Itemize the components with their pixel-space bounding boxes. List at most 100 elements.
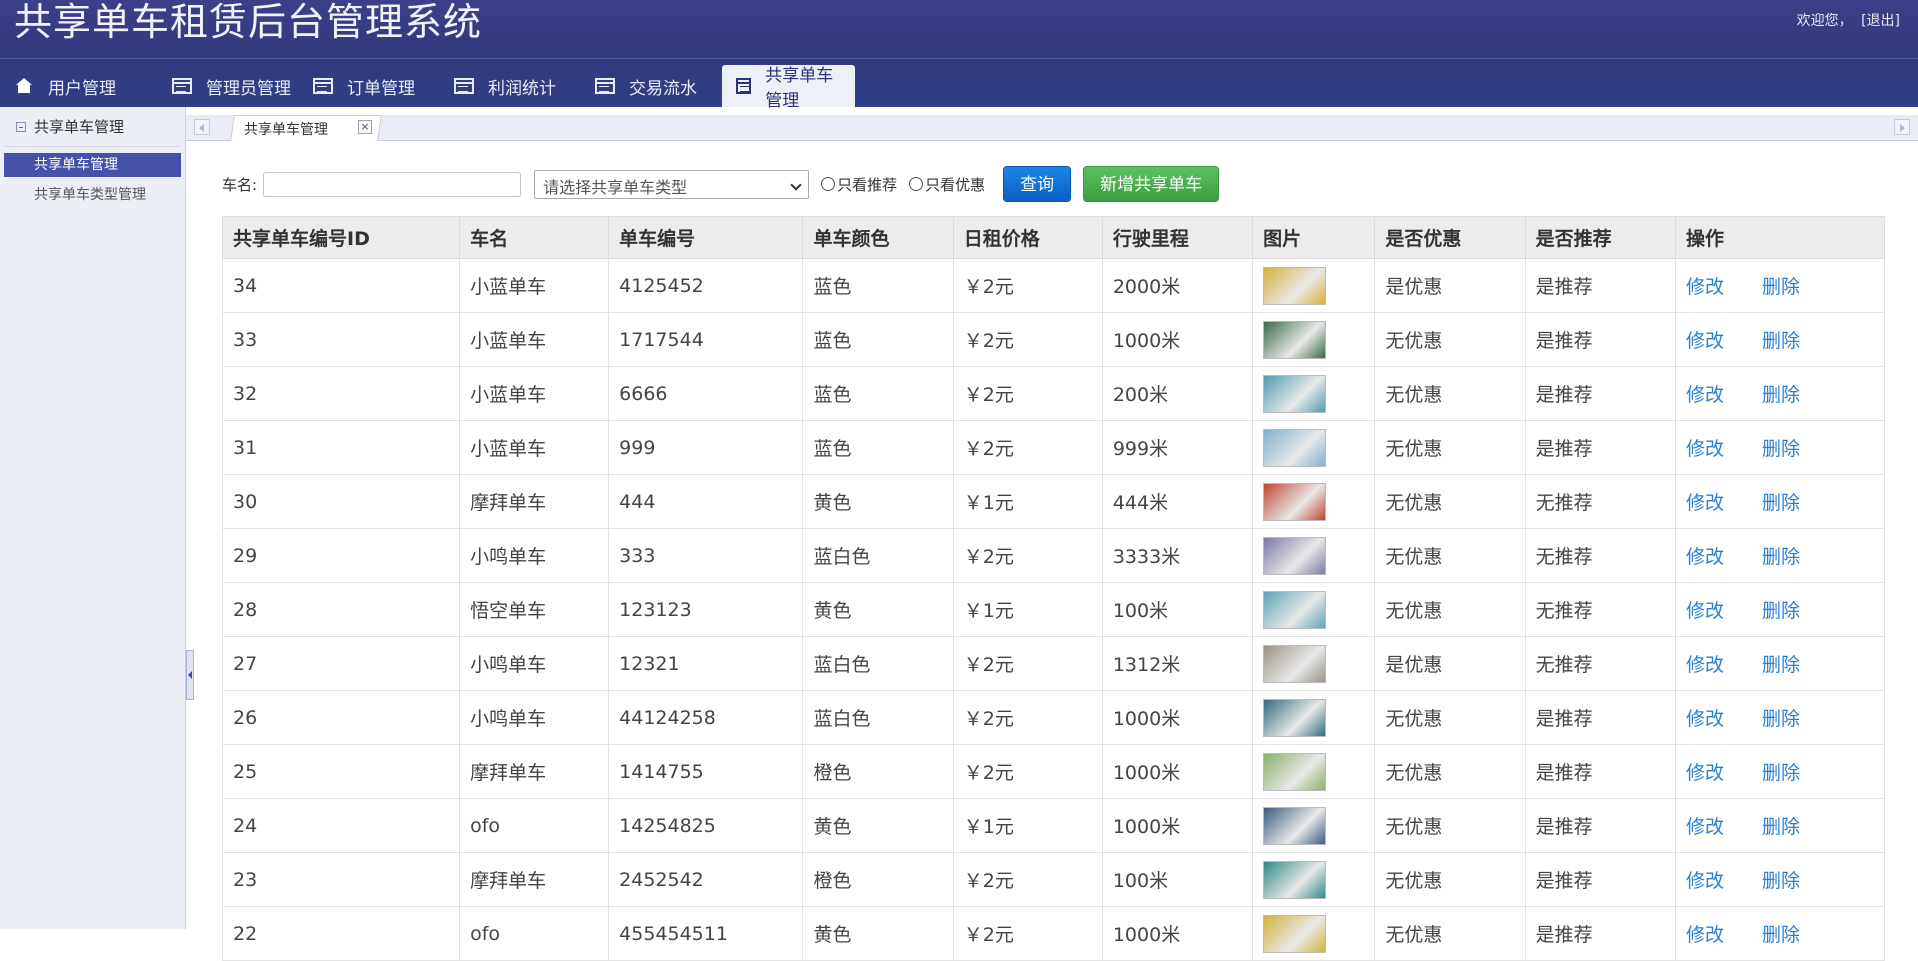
- column-header: 单车颜色: [802, 216, 954, 259]
- tab-scroll-left-button[interactable]: [194, 119, 210, 135]
- nav-tab-transaction[interactable]: 交易流水: [581, 65, 722, 107]
- cell-color: 橙色: [802, 744, 954, 799]
- edit-link[interactable]: 修改: [1686, 708, 1724, 730]
- add-bike-button[interactable]: 新增共享单车: [1083, 166, 1220, 202]
- delete-link[interactable]: 删除: [1762, 816, 1800, 838]
- only-discount-radio[interactable]: [909, 177, 924, 191]
- bike-thumbnail-image: [1263, 482, 1327, 521]
- edit-link[interactable]: 修改: [1686, 654, 1724, 676]
- cell-name: 摩拜单车: [459, 744, 610, 799]
- window-icon: [172, 78, 192, 94]
- nav-tab-profit[interactable]: 利润统计: [440, 65, 581, 107]
- cell-actions: 修改 删除: [1674, 636, 1886, 691]
- column-header: 车名: [459, 216, 610, 259]
- cell-discount: 无优惠: [1374, 474, 1526, 529]
- sidebar-toggle[interactable]: [186, 650, 194, 700]
- cell-color: 黄色: [802, 582, 954, 637]
- cell-color: 蓝白色: [802, 528, 954, 583]
- table-row: 24 ofo 14254825 黄色 ￥1元 1000米 无优惠 是推荐 修改 删除: [221, 798, 1886, 853]
- delete-link[interactable]: 删除: [1762, 438, 1800, 460]
- window-icon: [736, 78, 752, 94]
- main-content: 车名: 请选择共享单车类型 只看推荐 只看优惠 查询 新增共享单车 共享单车编号…: [196, 142, 1918, 961]
- nav-tab-label: 利润统计: [488, 78, 556, 99]
- edit-link[interactable]: 修改: [1686, 384, 1724, 406]
- cell-discount: 无优惠: [1374, 906, 1526, 961]
- only-discount-option[interactable]: 只看优惠: [909, 174, 985, 195]
- delete-link[interactable]: 删除: [1762, 276, 1800, 298]
- sidebar-heading[interactable]: 共享单车管理: [4, 107, 181, 147]
- cell-discount: 无优惠: [1374, 798, 1526, 853]
- delete-link[interactable]: 删除: [1762, 762, 1800, 784]
- cell-actions: 修改 删除: [1674, 690, 1886, 745]
- delete-link[interactable]: 删除: [1762, 870, 1800, 892]
- delete-link[interactable]: 删除: [1762, 708, 1800, 730]
- delete-link[interactable]: 删除: [1762, 492, 1800, 514]
- cell-code: 999: [608, 420, 804, 475]
- table-row: 32 小蓝单车 6666 蓝色 ￥2元 200米 无优惠 是推荐 修改 删除: [221, 366, 1886, 421]
- nav-tab-user[interactable]: 用户管理: [0, 65, 158, 107]
- column-header: 共享单车编号ID: [221, 216, 461, 259]
- tab-scroll-right-button[interactable]: [1894, 119, 1910, 135]
- tab-bar: 共享单车管理 ×: [186, 115, 1918, 141]
- edit-link[interactable]: 修改: [1686, 870, 1724, 892]
- edit-link[interactable]: 修改: [1686, 600, 1724, 622]
- sidebar-item-bike-type-management[interactable]: 共享单车类型管理: [4, 183, 181, 207]
- query-button[interactable]: 查询: [1003, 166, 1072, 202]
- delete-link[interactable]: 删除: [1762, 924, 1800, 946]
- bike-thumbnail-image: [1263, 752, 1327, 791]
- welcome-text: 欢迎您，: [1796, 13, 1853, 29]
- tab-close-icon[interactable]: ×: [358, 120, 372, 134]
- user-welcome: 欢迎您， [退出]: [1793, 10, 1900, 30]
- cell-code: 44124258: [608, 690, 804, 745]
- nav-tab-bike[interactable]: 共享单车管理: [722, 65, 855, 111]
- sidebar: 共享单车管理 共享单车管理 共享单车类型管理: [0, 107, 186, 929]
- cell-image: [1252, 420, 1376, 475]
- cell-image: [1252, 582, 1376, 637]
- edit-link[interactable]: 修改: [1686, 276, 1724, 298]
- cell-color: 蓝白色: [802, 636, 954, 691]
- window-icon: [595, 78, 615, 94]
- cell-color: 蓝色: [802, 312, 954, 367]
- cell-mileage: 1000米: [1101, 744, 1254, 799]
- bike-type-select[interactable]: 请选择共享单车类型: [534, 169, 810, 199]
- cell-mileage: 200米: [1101, 366, 1254, 421]
- cell-name: 摩拜单车: [459, 852, 610, 907]
- delete-link[interactable]: 删除: [1762, 384, 1800, 406]
- logout-link[interactable]: [退出]: [1861, 13, 1900, 29]
- delete-link[interactable]: 删除: [1762, 330, 1800, 352]
- collapse-icon[interactable]: [16, 121, 26, 132]
- only-recommend-radio[interactable]: [821, 177, 836, 191]
- edit-link[interactable]: 修改: [1686, 762, 1724, 784]
- edit-link[interactable]: 修改: [1686, 546, 1724, 568]
- cell-id: 22: [221, 906, 461, 961]
- cell-recommend: 是推荐: [1524, 690, 1676, 745]
- table-row: 25 摩拜单车 1414755 橙色 ￥2元 1000米 无优惠 是推荐 修改 删除: [221, 744, 1886, 799]
- window-icon: [454, 78, 474, 94]
- cell-recommend: 是推荐: [1524, 744, 1676, 799]
- cell-price: ￥1元: [952, 798, 1103, 853]
- edit-link[interactable]: 修改: [1686, 816, 1724, 838]
- delete-link[interactable]: 删除: [1762, 546, 1800, 568]
- bike-thumbnail-image: [1263, 536, 1327, 575]
- cell-image: [1252, 528, 1376, 583]
- edit-link[interactable]: 修改: [1686, 492, 1724, 514]
- cell-mileage: 1000米: [1101, 312, 1254, 367]
- cell-actions: 修改 删除: [1674, 852, 1886, 907]
- cell-price: ￥2元: [952, 366, 1103, 421]
- nav-tab-admin[interactable]: 管理员管理: [158, 65, 299, 107]
- cell-recommend: 无推荐: [1524, 474, 1676, 529]
- sidebar-item-bike-management[interactable]: 共享单车管理: [4, 153, 181, 177]
- edit-link[interactable]: 修改: [1686, 438, 1724, 460]
- only-recommend-option[interactable]: 只看推荐: [821, 174, 897, 195]
- tab-label[interactable]: 共享单车管理: [244, 119, 328, 139]
- name-search-input[interactable]: [263, 171, 522, 197]
- edit-link[interactable]: 修改: [1686, 330, 1724, 352]
- cell-actions: 修改 删除: [1674, 312, 1886, 367]
- delete-link[interactable]: 删除: [1762, 654, 1800, 676]
- delete-link[interactable]: 删除: [1762, 600, 1800, 622]
- edit-link[interactable]: 修改: [1686, 924, 1724, 946]
- filter-bar: 车名: 请选择共享单车类型 只看推荐 只看优惠 查询 新增共享单车: [222, 166, 1220, 202]
- table-row: 29 小鸣单车 333 蓝白色 ￥2元 3333米 无优惠 无推荐 修改 删除: [221, 528, 1886, 583]
- nav-tab-order[interactable]: 订单管理: [299, 65, 440, 107]
- cell-name: 小鸣单车: [459, 636, 610, 691]
